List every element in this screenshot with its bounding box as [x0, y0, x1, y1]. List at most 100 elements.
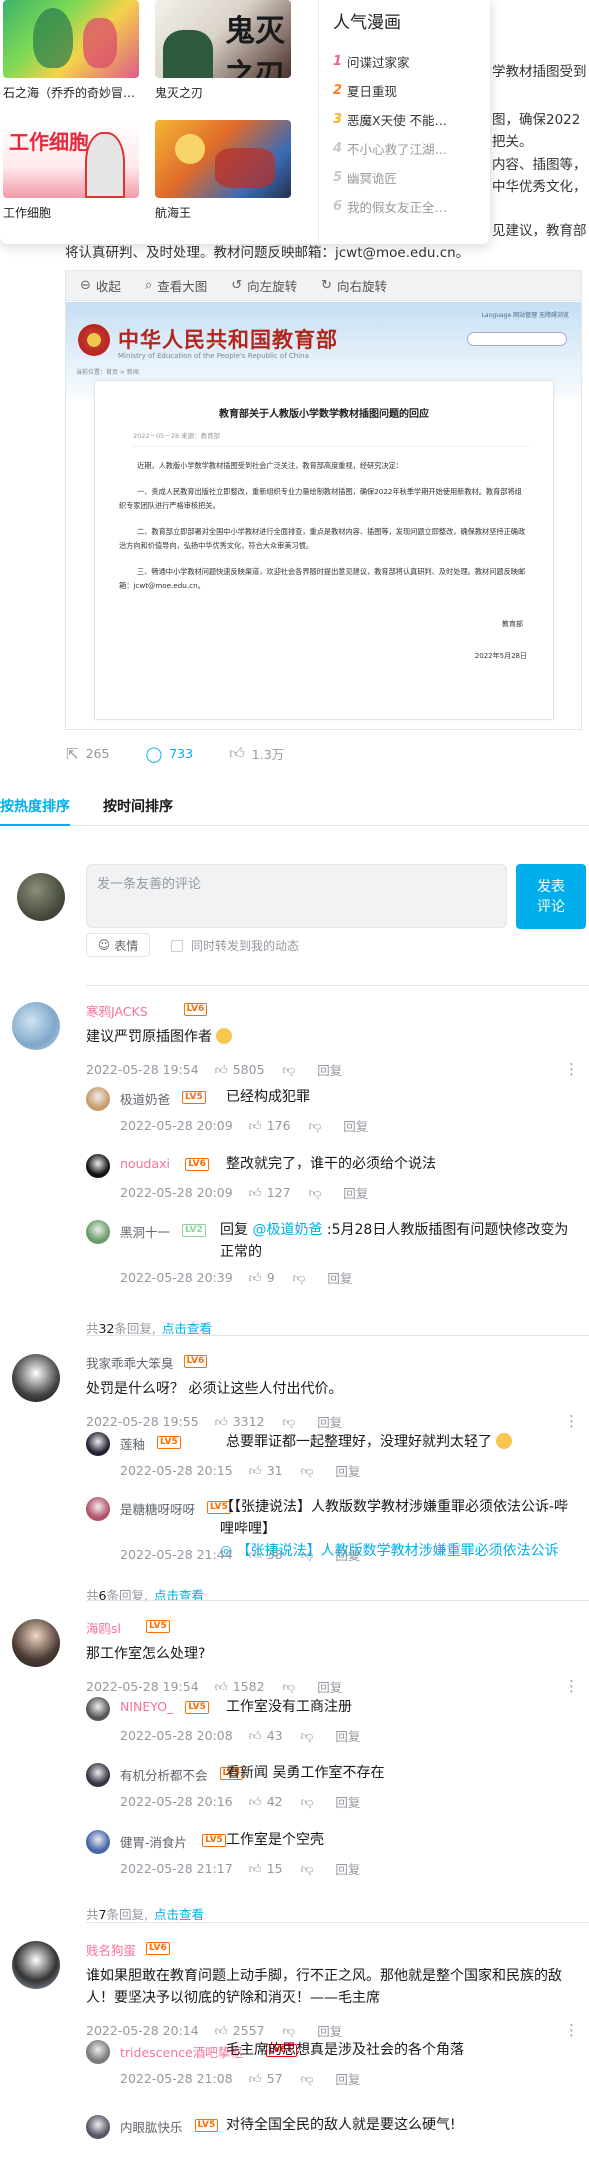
reply-username[interactable]: NINEYO_ [120, 1699, 173, 1714]
reply-button[interactable]: 回复 [335, 2069, 360, 2088]
reply-username[interactable]: tridescence酒吧挚枢 [120, 2042, 243, 2061]
reply-button[interactable]: 回复 [343, 1116, 368, 1135]
reply-button[interactable]: 回复 [335, 1792, 360, 1811]
like-button[interactable]: 👍︎ 57 [249, 2071, 283, 2087]
comic-tile[interactable]: 工作细胞 工作细胞 [3, 120, 139, 221]
reply-username[interactable]: 极道奶爸 [120, 1089, 170, 1108]
reply-button[interactable]: 回复 [335, 1726, 360, 1745]
tab-sort-time[interactable]: 按时间排序 [103, 796, 173, 826]
ranking-item[interactable]: 4 不小心救了江湖… [333, 134, 490, 163]
user-avatar[interactable] [12, 1002, 60, 1050]
user-avatar[interactable] [12, 1619, 60, 1667]
rotate-right-button[interactable]: ↻ 向右旋转 [321, 276, 387, 295]
reply-user-avatar[interactable] [86, 1697, 110, 1721]
dislike-button[interactable]: 👎︎ [301, 1728, 314, 1744]
more-options-icon[interactable]: ⋮ [564, 1060, 579, 1078]
like-button[interactable]: 👍︎ 38 [249, 1547, 283, 1563]
like-button[interactable]: 👍︎ 127 [249, 1185, 291, 1201]
reply-button[interactable]: 回复 [327, 1268, 352, 1287]
reply-user-avatar[interactable] [86, 1087, 110, 1111]
ranking-item[interactable]: 3 恶魔X天使 不能… [333, 105, 490, 134]
reply-user-avatar[interactable] [86, 1497, 110, 1521]
ranking-item[interactable]: 1 问谍过家家 [333, 47, 490, 76]
tab-sort-hot[interactable]: 按热度排序 [0, 796, 70, 826]
comment-username[interactable]: 贱名狗蛋 [86, 1940, 136, 1959]
reply-username[interactable]: 是糖糖呀呀呀 [120, 1499, 195, 1518]
dislike-button[interactable]: 👎︎ [283, 2023, 296, 2039]
reply-username[interactable]: 莲釉 [120, 1434, 145, 1453]
dislike-button[interactable]: 👎︎ [309, 1185, 322, 1201]
reply-user-avatar[interactable] [86, 1763, 110, 1787]
reply-button[interactable]: 回复 [317, 1060, 342, 1079]
ranking-item[interactable]: 6 我的假女友正全… [333, 192, 490, 221]
reply-total: 32 [98, 1321, 115, 1336]
dislike-button[interactable]: 👎︎ [301, 1547, 314, 1563]
zoom-button[interactable]: ⌕ 查看大图 [145, 276, 207, 295]
dislike-button[interactable]: 👎︎ [283, 1414, 296, 1430]
dislike-button[interactable]: 👎︎ [293, 1270, 306, 1286]
ranking-item[interactable]: 5 幽冥诡匠 [333, 163, 490, 192]
comic-tile[interactable]: 鬼灭之刃 鬼灭之刃 [155, 0, 291, 101]
view-replies-link[interactable]: 点击查看 [162, 1321, 212, 1336]
dislike-button[interactable]: 👎︎ [301, 1861, 314, 1877]
reply-user-avatar[interactable] [86, 2040, 110, 2064]
like-button[interactable]: 👍︎ 43 [249, 1728, 283, 1744]
more-options-icon[interactable]: ⋮ [564, 1412, 579, 1430]
like-button[interactable]: 👍︎ 176 [249, 1118, 291, 1134]
comment-username[interactable]: 我家乖乖大笨臭 [86, 1353, 174, 1372]
more-options-icon[interactable]: ⋮ [564, 1677, 579, 1695]
collapse-button[interactable]: ⊖ 收起 [80, 276, 121, 295]
comment-button[interactable]: ◯ 733 [145, 745, 193, 763]
more-options-icon[interactable]: ⋮ [564, 2021, 579, 2039]
reply-button[interactable]: 回复 [317, 1677, 342, 1696]
reply-username[interactable]: 内眼肱快乐 [120, 2117, 183, 2136]
reply-user-avatar[interactable] [86, 2115, 110, 2139]
forward-to-feed-checkbox[interactable]: 同时转发到我的动态 [171, 937, 299, 954]
comment-input[interactable]: 发一条友善的评论 [86, 864, 507, 928]
comic-tile[interactable]: 石之海（乔乔的奇妙冒… [3, 0, 139, 101]
like-button[interactable]: 👍︎ 1.3万 [229, 744, 284, 763]
reply-user-avatar[interactable] [86, 1830, 110, 1854]
reply-username[interactable]: 黑洞十一 [120, 1222, 170, 1241]
reply-button[interactable]: 回复 [317, 1412, 342, 1431]
reply-button[interactable]: 回复 [335, 1461, 360, 1480]
user-avatar[interactable] [12, 1354, 60, 1402]
rotate-left-button[interactable]: ↺ 向左旋转 [231, 276, 297, 295]
comment-username[interactable]: 海鸥sl [86, 1618, 121, 1637]
like-button[interactable]: 👍︎ 42 [249, 1794, 283, 1810]
like-button[interactable]: 👍︎ 3312 [215, 1414, 265, 1430]
dislike-button[interactable]: 👎︎ [283, 1062, 296, 1078]
reply-button[interactable]: 回复 [317, 2021, 342, 2040]
dislike-button[interactable]: 👎︎ [301, 2071, 314, 2087]
view-replies-link[interactable]: 点击查看 [154, 1907, 204, 1922]
comment-time: 2022-05-28 19:54 [86, 1062, 199, 1077]
thumb-up-icon: 👍︎ [248, 1546, 262, 1562]
like-button[interactable]: 👍︎ 15 [249, 1861, 283, 1877]
emoji-button[interactable]: ☺ 表情 [86, 933, 150, 957]
reply-user-avatar[interactable] [86, 1432, 110, 1456]
reply-button[interactable]: 回复 [343, 1183, 368, 1202]
comment-username[interactable]: 寒鸦JACKS [86, 1001, 148, 1020]
dislike-button[interactable]: 👎︎ [301, 1794, 314, 1810]
like-button[interactable]: 👍︎ 1582 [215, 1679, 265, 1695]
reply-button[interactable]: 回复 [335, 1545, 360, 1564]
mention-link[interactable]: @极道奶爸 [252, 1222, 322, 1238]
like-button[interactable]: 👍︎ 5805 [215, 1062, 265, 1078]
reply-user-avatar[interactable] [86, 1220, 110, 1244]
like-button[interactable]: 👍︎ 31 [249, 1463, 283, 1479]
comic-tile[interactable]: 航海王 [155, 120, 291, 221]
forward-button[interactable]: ⇱ 265 [66, 745, 109, 763]
reply-button[interactable]: 回复 [335, 1859, 360, 1878]
dislike-button[interactable]: 👎︎ [283, 1679, 296, 1695]
dislike-button[interactable]: 👎︎ [301, 1463, 314, 1479]
reply-username[interactable]: noudaxi [120, 1156, 170, 1171]
reply-username[interactable]: 健胃-消食片 [120, 1832, 187, 1851]
like-button[interactable]: 👍︎ 9 [249, 1270, 275, 1286]
ranking-item[interactable]: 2 夏日重现 [333, 76, 490, 105]
like-button[interactable]: 👍︎ 2557 [215, 2023, 265, 2039]
reply-user-avatar[interactable] [86, 1154, 110, 1178]
user-avatar[interactable] [12, 1941, 60, 1989]
submit-comment-button[interactable]: 发表 评论 [516, 864, 586, 929]
dislike-button[interactable]: 👎︎ [309, 1118, 322, 1134]
reply-username[interactable]: 有机分析都不会 [120, 1765, 208, 1784]
